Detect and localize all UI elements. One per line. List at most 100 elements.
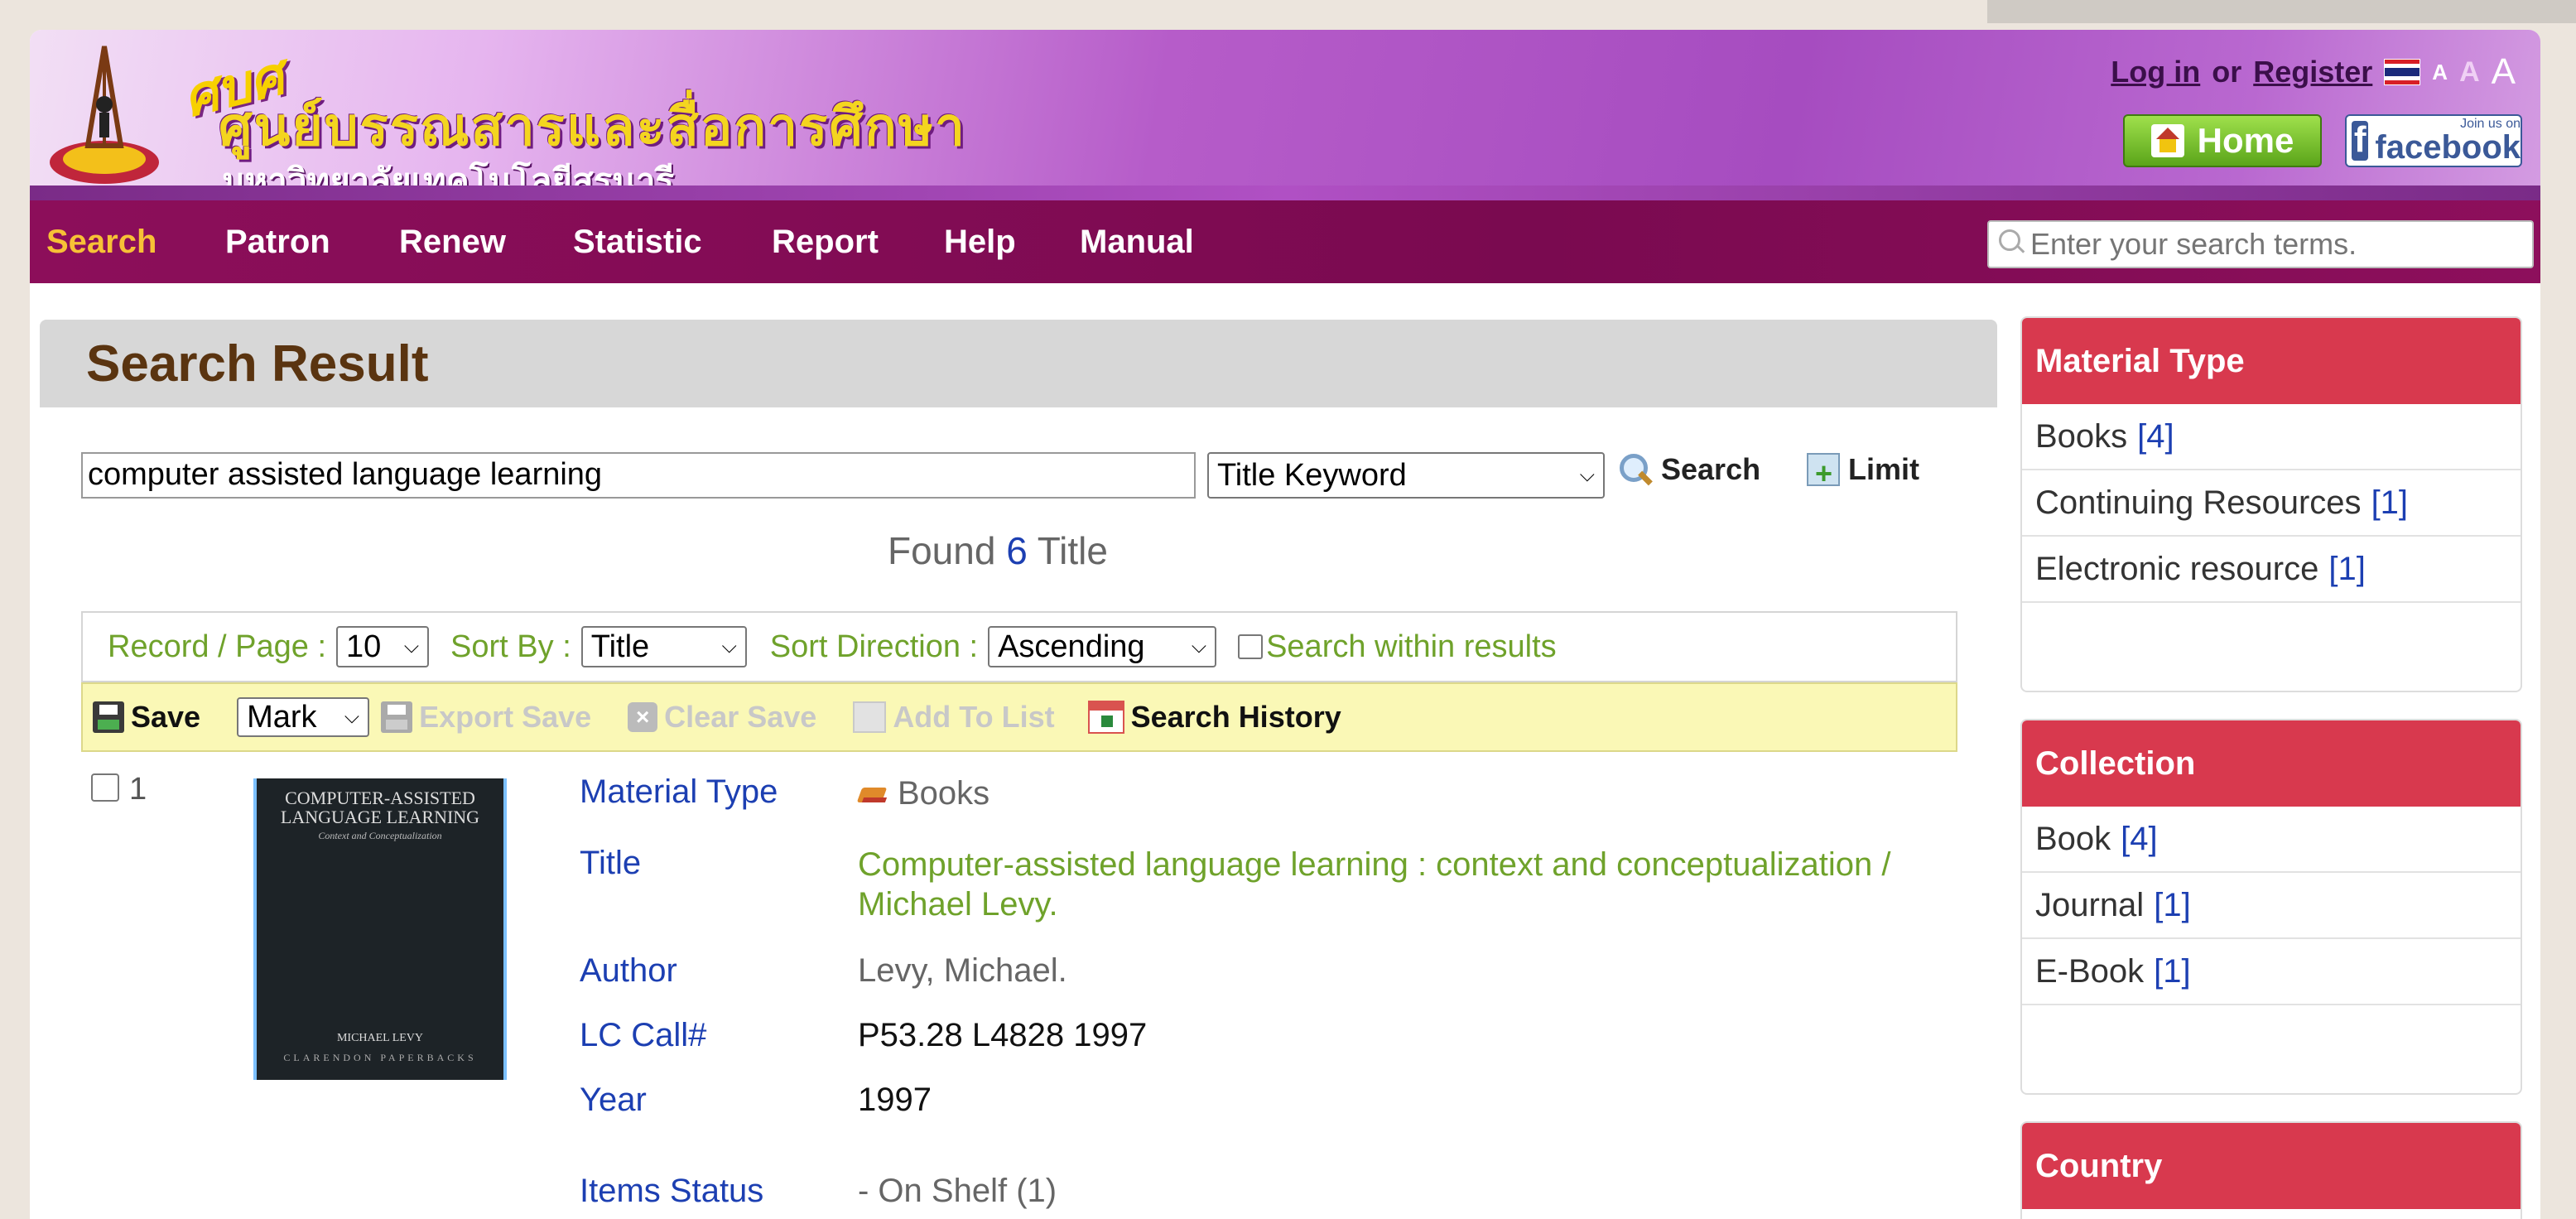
facet-item-label: E-Book	[2035, 952, 2145, 990]
book-cover[interactable]: COMPUTER-ASSISTED LANGUAGE LEARNING Cont…	[253, 778, 507, 1080]
facet-item-count: [1]	[2371, 484, 2409, 521]
facet-material-type: Material Type Books [4] Continuing Resou…	[2020, 316, 2522, 692]
search-field-select[interactable]: Title Keyword ⌵	[1207, 452, 1605, 499]
call-number-value: P53.28 L4828 1997	[858, 1017, 1148, 1053]
facet-country-title: Country	[2022, 1123, 2521, 1209]
record-number: 1	[129, 772, 147, 807]
main-nav: Search Patron Renew Statistic Report Hel…	[30, 200, 2540, 283]
save-icon	[93, 701, 124, 733]
save-label: Save	[131, 700, 201, 734]
sort-by-value: Title	[590, 629, 650, 664]
facebook-label: facebook	[2375, 129, 2521, 166]
title-link[interactable]: Computer-assisted language learning : co…	[858, 845, 1959, 924]
sort-direction-select[interactable]: Ascending ⌵	[988, 626, 1217, 667]
account-links: Log in or Register A A A	[2111, 51, 2516, 93]
facet-item-count: [1]	[2328, 550, 2366, 587]
facet-item[interactable]: Electronic resource [1]	[2022, 537, 2521, 603]
limit-button[interactable]: Limit	[1807, 452, 1919, 491]
facebook-icon: f	[2352, 119, 2369, 161]
record-per-page-label: Record / Page :	[108, 629, 327, 664]
nav-manual[interactable]: Manual	[1080, 224, 1194, 261]
clear-icon: ×	[628, 702, 658, 732]
home-label: Home	[2197, 121, 2294, 160]
facet-item-label: Continuing Resources	[2035, 484, 2362, 521]
nav-renew[interactable]: Renew	[399, 224, 506, 261]
or-text: or	[2212, 55, 2242, 89]
material-type-label: Material Type	[580, 773, 778, 810]
title-label: Title	[580, 845, 642, 881]
add-to-list-button[interactable]: Add To List	[853, 700, 1055, 735]
chevron-down-icon: ⌵	[1191, 635, 1207, 658]
search-within-checkbox[interactable]	[1238, 634, 1264, 659]
facet-collection: Collection Book [4] Journal [1] E-Book […	[2020, 719, 2522, 1095]
quick-search-input[interactable]	[2029, 226, 2512, 263]
result-options: Record / Page : 10 ⌵ Sort By : Title ⌵ Sor…	[81, 611, 1957, 682]
facet-item-label: Book	[2035, 820, 2111, 857]
limit-icon	[1807, 453, 1840, 491]
font-size-small[interactable]: A	[2432, 60, 2448, 85]
page-title: Search Result	[86, 335, 429, 393]
author-value[interactable]: Levy, Michael.	[858, 952, 1067, 990]
sort-by-select[interactable]: Title ⌵	[580, 626, 747, 667]
facet-item-count: [1]	[2154, 886, 2191, 923]
facet-collection-title: Collection	[2022, 720, 2521, 807]
sort-direction-label: Sort Direction :	[769, 629, 979, 664]
search-history-label: Search History	[1130, 700, 1341, 734]
facet-item[interactable]: Continuing Resources [1]	[2022, 470, 2521, 537]
nav-statistic[interactable]: Statistic	[573, 224, 702, 261]
material-type-value: Books	[858, 775, 989, 812]
facet-item-label: Journal	[2035, 886, 2145, 923]
clear-save-button[interactable]: × Clear Save	[628, 700, 816, 735]
calendar-icon	[1087, 701, 1124, 734]
author-label: Author	[580, 952, 677, 989]
material-type-text: Books	[898, 775, 990, 812]
export-save-button[interactable]: Export Save	[381, 700, 591, 735]
search-results: Search Result computer assisted language…	[40, 320, 1997, 1219]
query-input[interactable]: computer assisted language learning	[81, 452, 1196, 499]
limit-button-label: Limit	[1848, 452, 1919, 486]
facet-item[interactable]: E-Book [1]	[2022, 939, 2521, 1005]
search-icon	[1996, 228, 2029, 261]
header-banner: ศบศ ศูนย์บรรณสารและสื่อการศึกษา มหาวิทยา…	[30, 30, 2540, 201]
facebook-button[interactable]: f Join us on facebook	[2345, 114, 2522, 167]
chevron-down-icon: ⌵	[721, 635, 737, 658]
export-icon	[381, 701, 413, 733]
cover-title: COMPUTER-ASSISTED LANGUAGE LEARNING	[280, 788, 480, 828]
magnifier-icon	[1618, 452, 1653, 487]
font-size-medium[interactable]: A	[2459, 56, 2480, 89]
search-button-label: Search	[1661, 452, 1761, 486]
year-label: Year	[580, 1082, 647, 1118]
facet-item[interactable]: Books [4]	[2022, 404, 2521, 470]
facet-item[interactable]: Book [4]	[2022, 807, 2521, 873]
nav-help[interactable]: Help	[944, 224, 1016, 261]
home-icon	[2150, 124, 2184, 157]
nav-search[interactable]: Search	[46, 224, 156, 261]
record-per-page-select[interactable]: 10 ⌵	[336, 626, 430, 667]
facet-material-type-title: Material Type	[2022, 318, 2521, 404]
nav-patron[interactable]: Patron	[225, 224, 330, 261]
result-header: Search Result	[40, 320, 1997, 407]
search-field-value: Title Keyword	[1217, 457, 1407, 493]
university-logo-icon	[50, 46, 159, 184]
font-size-large[interactable]: A	[2492, 51, 2516, 93]
thai-flag-icon[interactable]	[2384, 59, 2421, 85]
record-checkbox[interactable]	[91, 773, 119, 802]
book-icon	[858, 783, 889, 806]
login-link[interactable]: Log in	[2111, 55, 2200, 89]
found-suffix: Title	[1037, 529, 1108, 572]
home-button[interactable]: Home	[2123, 114, 2322, 167]
register-link[interactable]: Register	[2253, 55, 2372, 89]
banner-band	[30, 186, 2540, 200]
nav-report[interactable]: Report	[772, 224, 879, 261]
search-button[interactable]: Search	[1618, 452, 1760, 487]
search-history-button[interactable]: Search History	[1087, 700, 1341, 735]
mark-select[interactable]: Mark ⌵	[237, 697, 370, 737]
found-summary: Found 6 Title	[888, 528, 1108, 573]
found-count: 6	[1006, 529, 1028, 572]
facet-item-label: Books	[2035, 417, 2128, 455]
export-save-label: Export Save	[419, 700, 592, 734]
year-value: 1997	[858, 1082, 932, 1118]
save-button[interactable]: Save	[93, 700, 200, 735]
search-within-label[interactable]: Search within results	[1266, 629, 1557, 665]
facet-item[interactable]: Journal [1]	[2022, 873, 2521, 939]
